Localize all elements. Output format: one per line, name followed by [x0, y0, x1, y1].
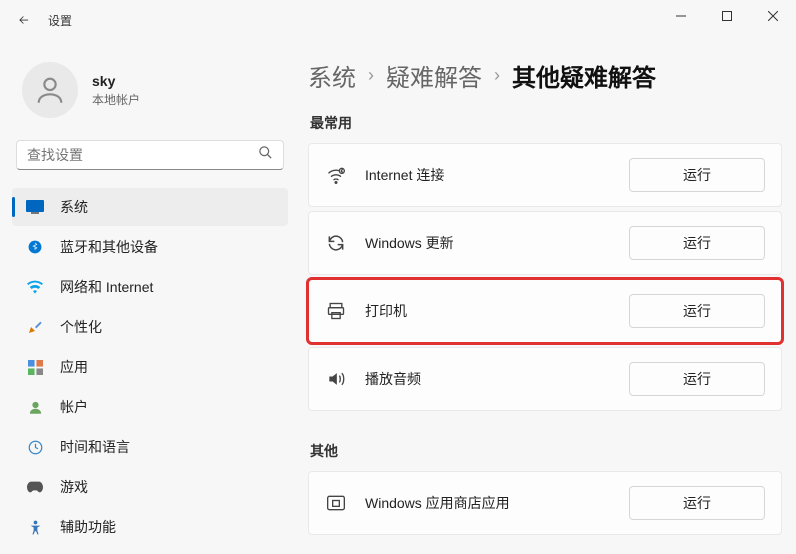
troubleshooter-label: Internet 连接 — [365, 165, 629, 185]
nav-bluetooth[interactable]: 蓝牙和其他设备 — [12, 228, 288, 266]
sidebar: sky 本地帐户 系统 蓝牙和其他设备 网络和 Internet 个 — [0, 40, 300, 554]
nav-label: 蓝牙和其他设备 — [60, 237, 158, 257]
run-button[interactable]: 运行 — [629, 486, 765, 520]
troubleshooter-label: 播放音频 — [365, 369, 629, 389]
troubleshooter-label: Windows 应用商店应用 — [365, 493, 629, 513]
wifi-icon — [325, 164, 347, 186]
back-button[interactable] — [8, 4, 40, 36]
nav-label: 应用 — [60, 357, 88, 377]
troubleshooter-label: 打印机 — [365, 301, 629, 321]
nav-personalization[interactable]: 个性化 — [12, 308, 288, 346]
printer-icon — [325, 300, 347, 322]
nav-accessibility[interactable]: 辅助功能 — [12, 508, 288, 546]
search-box[interactable] — [16, 140, 284, 170]
run-button[interactable]: 运行 — [629, 362, 765, 396]
nav-accounts[interactable]: 帐户 — [12, 388, 288, 426]
profile[interactable]: sky 本地帐户 — [12, 48, 288, 140]
breadcrumb-current: 其他疑难解答 — [512, 58, 656, 93]
chevron-right-icon: › — [494, 65, 500, 86]
close-button[interactable] — [750, 0, 796, 32]
nav-network[interactable]: 网络和 Internet — [12, 268, 288, 306]
breadcrumb-system[interactable]: 系统 — [308, 58, 356, 93]
troubleshooter-update: Windows 更新 运行 — [308, 211, 782, 275]
bluetooth-icon — [26, 238, 44, 256]
window-controls — [658, 0, 796, 32]
gaming-icon — [26, 478, 44, 496]
nav-gaming[interactable]: 游戏 — [12, 468, 288, 506]
breadcrumb: 系统 › 疑难解答 › 其他疑难解答 — [308, 58, 782, 93]
troubleshooter-store: Windows 应用商店应用 运行 — [308, 471, 782, 535]
nav-label: 辅助功能 — [60, 517, 116, 537]
profile-subtitle: 本地帐户 — [92, 91, 140, 108]
profile-name: sky — [92, 73, 140, 89]
apps-icon — [26, 358, 44, 376]
search-icon — [258, 145, 273, 165]
breadcrumb-troubleshoot[interactable]: 疑难解答 — [386, 58, 482, 93]
minimize-button[interactable] — [658, 0, 704, 32]
nav: 系统 蓝牙和其他设备 网络和 Internet 个性化 应用 帐户 — [12, 188, 288, 546]
avatar — [22, 62, 78, 118]
content: 系统 › 疑难解答 › 其他疑难解答 最常用 Internet 连接 运行 Wi… — [300, 40, 796, 554]
store-icon — [325, 492, 347, 514]
troubleshooter-audio: 播放音频 运行 — [308, 347, 782, 411]
brush-icon — [26, 318, 44, 336]
nav-label: 帐户 — [60, 397, 88, 417]
nav-label: 系统 — [60, 197, 88, 217]
wifi-icon — [26, 278, 44, 296]
run-button[interactable]: 运行 — [629, 158, 765, 192]
search-input[interactable] — [27, 147, 258, 163]
nav-label: 游戏 — [60, 477, 88, 497]
nav-apps[interactable]: 应用 — [12, 348, 288, 386]
troubleshooter-label: Windows 更新 — [365, 233, 629, 253]
nav-time-language[interactable]: 时间和语言 — [12, 428, 288, 466]
troubleshooter-printer: 打印机 运行 — [308, 279, 782, 343]
accessibility-icon — [26, 518, 44, 536]
nav-label: 时间和语言 — [60, 437, 130, 457]
maximize-button[interactable] — [704, 0, 750, 32]
speaker-icon — [325, 368, 347, 390]
system-icon — [26, 198, 44, 216]
nav-label: 网络和 Internet — [60, 277, 153, 297]
window-title: 设置 — [48, 12, 72, 29]
section-frequent-label: 最常用 — [310, 113, 782, 133]
section-other-label: 其他 — [310, 441, 782, 461]
nav-system[interactable]: 系统 — [12, 188, 288, 226]
chevron-right-icon: › — [368, 65, 374, 86]
run-button[interactable]: 运行 — [629, 294, 765, 328]
account-icon — [26, 398, 44, 416]
run-button[interactable]: 运行 — [629, 226, 765, 260]
clock-icon — [26, 438, 44, 456]
nav-label: 个性化 — [60, 317, 102, 337]
troubleshooter-internet: Internet 连接 运行 — [308, 143, 782, 207]
refresh-icon — [325, 232, 347, 254]
